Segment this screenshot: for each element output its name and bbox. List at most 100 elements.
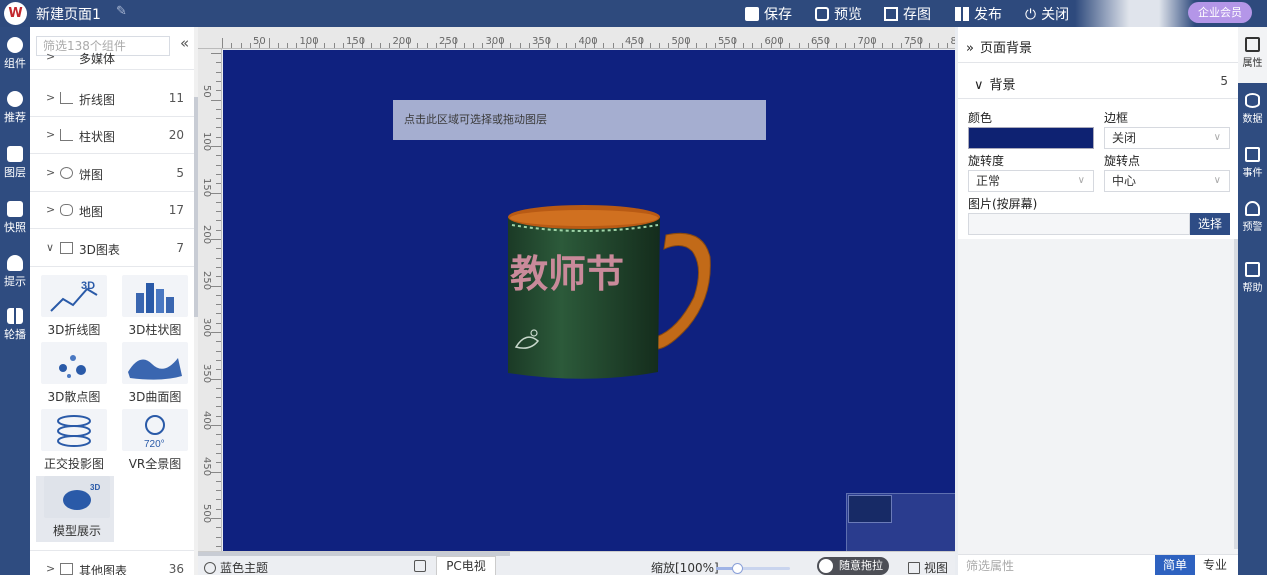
ruler-tick [882, 43, 884, 48]
ruler-mark: 250 [439, 36, 459, 47]
publish-button[interactable]: 发布 [955, 4, 1002, 24]
properties-title[interactable]: » 页面背景 [966, 37, 1032, 56]
ruler-mark: 400 [201, 410, 212, 430]
rail-tips[interactable]: 提示 [0, 255, 30, 289]
category-map[interactable]: > 地图 17 [30, 192, 194, 229]
rail-recommend[interactable]: 推荐 [0, 91, 30, 125]
ruler-tick [216, 276, 221, 278]
tile-label: 3D柱状图 [128, 323, 182, 337]
canvas-hint-layer[interactable]: 点击此区域可选择或拖动图层 [393, 100, 766, 140]
ruler-tick [510, 43, 512, 48]
tile-3d-surface[interactable]: 3D曲面图 [114, 342, 192, 408]
ruler-tick [240, 43, 242, 48]
view-label: 视图 [924, 561, 949, 575]
ruler-mark: 150 [346, 36, 366, 47]
svg-text:720°: 720° [144, 439, 165, 450]
rail-alerts[interactable]: 预警 [1238, 201, 1267, 233]
tile-ortho-projection[interactable]: 正交投影图 [33, 409, 111, 475]
edit-title-icon[interactable]: ✎ [116, 4, 127, 19]
ruler-tick [216, 545, 221, 547]
device-icon[interactable] [414, 559, 430, 573]
design-canvas[interactable]: 点击此区域可选择或拖动图层 教师节 [223, 50, 955, 551]
category-label: 多媒体 [79, 52, 116, 66]
device-tab-pc-tv[interactable]: PC电视 [436, 556, 496, 575]
category-bar[interactable]: > 柱状图 20 [30, 117, 194, 154]
mug-model[interactable]: 教师节 [498, 197, 723, 387]
model-thumbnail: 3D [44, 476, 110, 518]
rail-snapshot[interactable]: 快照 [0, 201, 30, 235]
ruler-tick [575, 43, 577, 48]
zoom-slider-knob[interactable] [732, 563, 743, 574]
ruler-mark: 500 [671, 36, 691, 47]
tile-vr-panorama[interactable]: 720° VR全景图 [114, 409, 192, 475]
category-label: 地图 [79, 205, 104, 219]
category-3d[interactable]: ∨ 3D图表 7 [30, 230, 194, 267]
ruler-tick [211, 332, 221, 333]
canvas-minimap[interactable] [846, 493, 955, 551]
save-image-button[interactable]: 存图 [884, 4, 931, 24]
view-button[interactable]: 视图 [908, 559, 948, 575]
border-select[interactable]: 关闭 ∨ [1104, 127, 1230, 149]
ruler-tick [211, 99, 221, 101]
color-picker[interactable] [968, 127, 1094, 149]
tile-3d-scatter[interactable]: 3D散点图 [33, 342, 111, 408]
ruler-tick [528, 43, 530, 48]
ruler-tick [370, 43, 372, 48]
tile-3d-bar[interactable]: 3D柱状图 [114, 275, 192, 341]
close-button[interactable]: ⏻ 关闭 [1025, 4, 1069, 24]
ruler-tick [891, 43, 893, 48]
background-section[interactable]: ∨ 背景 5 [958, 63, 1238, 99]
simple-mode-button[interactable]: 简单 [1155, 555, 1195, 575]
ruler-mark: 100 [299, 36, 319, 47]
camera-icon [7, 201, 23, 217]
ruler-tick [216, 369, 221, 371]
free-drag-toggle[interactable]: 随意拖拉 [817, 557, 889, 575]
preview-label: 预览 [834, 7, 862, 23]
zoom-slider[interactable] [716, 563, 790, 574]
category-line[interactable]: > 折线图 11 [30, 80, 194, 117]
minimap-viewport[interactable] [848, 495, 892, 523]
chevron-right-icon: > [46, 562, 56, 575]
ruler-tick [714, 43, 716, 48]
vip-badge[interactable]: 企业会员 [1188, 2, 1252, 23]
theme-selector[interactable]: 蓝色主题 [204, 559, 268, 575]
3d-line-thumbnail: 3D [41, 275, 107, 317]
category-other[interactable]: > 其他图表 36 [30, 550, 194, 575]
ruler-mark: 100 [201, 131, 212, 151]
rail-label: 轮播 [4, 328, 26, 341]
ruler-tick [216, 229, 221, 231]
category-multimedia[interactable]: > 多媒体 [30, 44, 194, 70]
3d-scatter-thumbnail [41, 342, 107, 384]
ruler-tick [426, 43, 428, 48]
ruler-mark: 450 [201, 457, 212, 477]
rail-layers[interactable]: 图层 [0, 146, 30, 180]
image-input[interactable] [968, 213, 1190, 235]
chevron-right-icon: > [46, 50, 56, 63]
save-button[interactable]: 保存 [745, 4, 792, 24]
tile-3d-line[interactable]: 3D 3D折线图 [33, 275, 111, 341]
preview-button[interactable]: 预览 [815, 4, 862, 24]
rotate-select[interactable]: 正常 ∨ [968, 170, 1094, 192]
pivot-select[interactable]: 中心 ∨ [1104, 170, 1230, 192]
ruler-tick [268, 38, 270, 48]
chevron-right-icon: > [46, 166, 56, 179]
ruler-mark: 250 [201, 271, 212, 291]
rail-data[interactable]: 数据 [1238, 93, 1267, 125]
ruler-tick [216, 211, 221, 213]
rail-carousel[interactable]: 轮播 [0, 308, 30, 342]
choose-image-button[interactable]: 选择 [1190, 213, 1230, 235]
rail-events[interactable]: 事件 [1238, 147, 1267, 179]
tile-model-display[interactable]: 3D 模型展示 [36, 476, 114, 542]
app-logo[interactable]: W [4, 2, 27, 25]
rail-help[interactable]: 帮助 [1238, 262, 1267, 294]
category-pie[interactable]: > 饼图 5 [30, 155, 194, 192]
filter-properties-input[interactable]: 筛选属性 [966, 557, 1014, 574]
page-title[interactable]: 新建页面1 [36, 4, 101, 24]
category-label: 折线图 [79, 93, 116, 107]
ruler-tick [216, 499, 221, 501]
rail-components[interactable]: 组件 [0, 37, 30, 71]
rail-properties[interactable]: 属性 [1238, 37, 1267, 69]
pro-mode-button[interactable]: 专业 [1196, 555, 1234, 575]
ruler-tick [216, 173, 221, 175]
grid-icon [955, 7, 969, 21]
